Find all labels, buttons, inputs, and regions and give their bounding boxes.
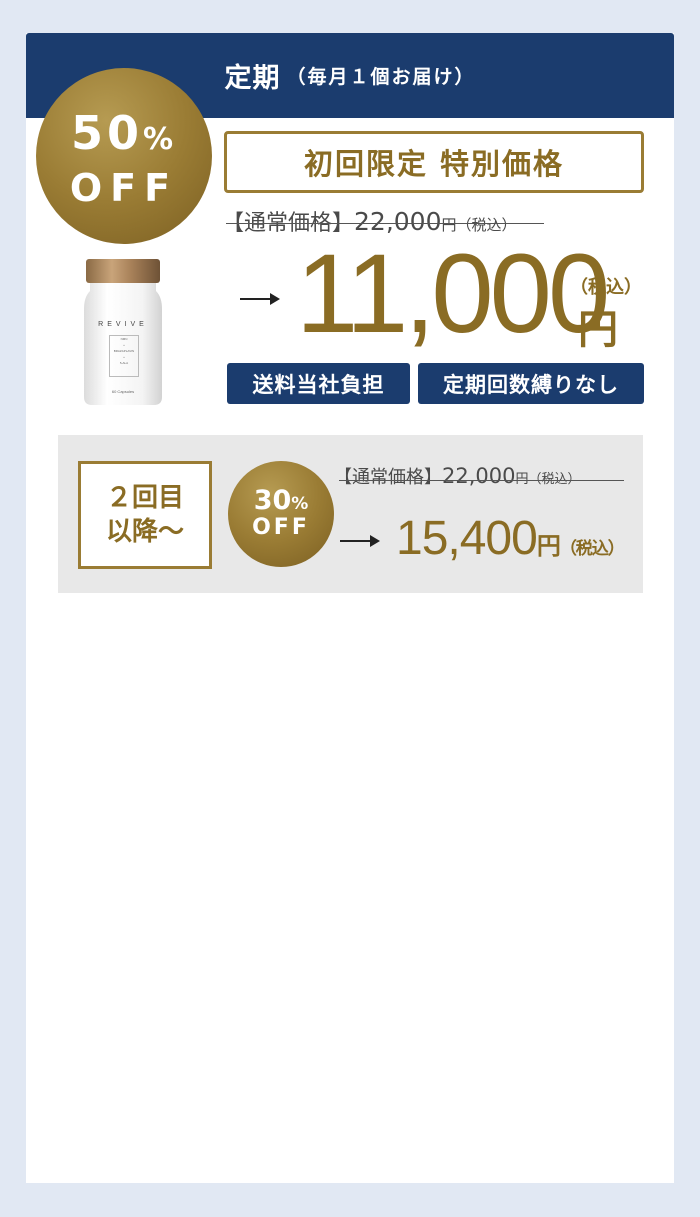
second-time-label: ２回目 以降〜 xyxy=(78,461,212,569)
arrow-icon xyxy=(240,293,280,305)
badge30-percent-sign: % xyxy=(291,494,309,514)
subscription-card: 定期 （毎月１個お届け） 50% OFF 初回限定 特別価格 【通常価格】22,… xyxy=(26,33,674,1183)
badge30-off: OFF xyxy=(252,515,310,540)
second-price-yen: 円 xyxy=(536,533,561,560)
badge-percent: 50 xyxy=(70,106,143,160)
regular-price-strike xyxy=(226,223,544,224)
bottle-icon xyxy=(84,259,162,405)
second-price-tax: （税込） xyxy=(559,539,625,558)
tag-free-shipping: 送料当社負担 xyxy=(227,363,410,404)
badge30-percent: 30 xyxy=(253,485,292,516)
header-subtitle: （毎月１個お届け） xyxy=(286,66,476,88)
second-time-line2: 以降〜 xyxy=(105,517,184,547)
bottle-count: 60 Capsules xyxy=(111,389,135,394)
second-price-value: 15,400 xyxy=(396,512,538,565)
regular2-strike xyxy=(339,480,624,481)
arrow2-icon xyxy=(340,535,380,547)
first-price: 11,000 xyxy=(296,231,610,356)
badge-percent-sign: % xyxy=(142,122,178,157)
bottle-label: NMN + BRAZAPLAVIN + 5-ALA xyxy=(109,335,139,377)
second-offer-panel: ２回目 以降〜 30% OFF 【通常価格】22,000円（税込） 15,400… xyxy=(58,435,643,593)
first-price-tax: （税込） xyxy=(570,277,642,298)
first-price-yen: 円 xyxy=(578,307,618,353)
regular-price-second: 【通常価格】22,000円（税込） xyxy=(334,463,581,489)
bottle-brand: REVIVE xyxy=(98,321,148,328)
limited-price-label: 初回限定 特別価格 xyxy=(224,131,644,193)
regular2-label: 【通常価格】 xyxy=(334,467,442,488)
discount-badge-50: 50% OFF xyxy=(36,68,212,244)
second-price: 15,400円（税込） xyxy=(396,511,625,566)
tag-no-commitment: 定期回数縛りなし xyxy=(418,363,644,404)
badge-off: OFF xyxy=(69,166,179,210)
product-bottle-image: REVIVE NMN + BRAZAPLAVIN + 5-ALA 60 Caps… xyxy=(82,257,164,407)
discount-badge-30: 30% OFF xyxy=(228,461,334,567)
regular2-price-value: 22,000 xyxy=(442,464,516,488)
second-time-line1: ２回目 xyxy=(105,483,184,513)
header-title: 定期 xyxy=(224,63,281,94)
